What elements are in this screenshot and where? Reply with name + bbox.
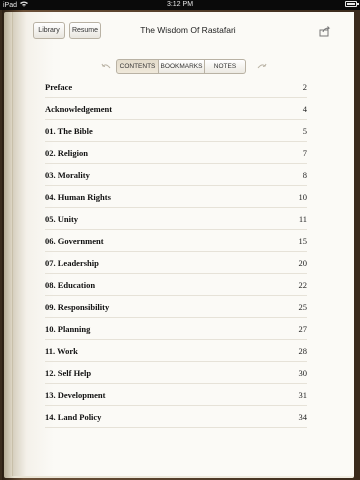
toc-page: 30 [298,367,308,378]
toc-title: 14. Land Policy [45,411,102,422]
toc-page: 20 [298,257,308,268]
tab-notes[interactable]: NOTES [205,59,246,74]
toc-title: 07. Leadership [45,257,99,268]
toc-title: 11. Work [45,345,78,356]
toc-page: 2 [302,81,307,92]
reader-toolbar: Library Resume The Wisdom Of Rastafari [13,12,355,52]
toc-title: 13. Development [45,389,106,400]
toc-title: 09. Responsibility [45,301,110,312]
toc-row[interactable]: Preface 2 [45,76,307,98]
book-page: Library Resume The Wisdom Of Rastafari C… [12,12,354,476]
toc-tab-bar: CONTENTS BOOKMARKS NOTES [116,59,246,74]
toc-row[interactable]: 12. Self Help 30 [45,362,307,384]
toc-row[interactable]: 14. Land Policy 34 [45,406,307,428]
toc-title: 10. Planning [45,323,91,334]
table-of-contents: Preface 2 Acknowledgement 4 01. The Bible 5… [45,76,307,428]
toc-row[interactable]: 13. Development 31 [45,384,307,406]
book-title: The Wisdom Of Rastafari [140,25,236,35]
status-time: 3:12 PM [166,1,194,8]
toc-row[interactable]: 09. Responsibility 25 [45,296,307,318]
resume-button[interactable]: Resume [69,22,101,39]
toc-page: 25 [298,301,308,312]
tab-bookmarks[interactable]: BOOKMARKS [159,59,205,74]
toc-page: 28 [298,345,308,356]
battery-icon [345,1,359,7]
toc-row[interactable]: 01. The Bible 5 [45,120,307,142]
toc-page: 11 [298,213,307,224]
toc-title: 02. Religion [45,147,88,158]
toc-title: Acknowledgement [45,103,113,114]
toc-page: 31 [298,389,308,400]
toc-title: 06. Government [45,235,104,246]
toc-page: 22 [298,279,308,290]
toc-page: 15 [298,235,308,246]
toc-row[interactable]: 04. Human Rights 10 [45,186,307,208]
toc-page: 27 [298,323,308,334]
toc-title: Preface [45,81,73,92]
toc-row[interactable]: 03. Morality 8 [45,164,307,186]
toc-row[interactable]: 08. Education 22 [45,274,307,296]
curved-arrow-left-icon[interactable] [101,62,111,70]
toc-row[interactable]: 02. Religion 7 [45,142,307,164]
toc-title: 03. Morality [45,169,90,180]
toc-title: 01. The Bible [45,125,93,136]
toc-page: 34 [298,411,308,422]
toc-page: 10 [298,191,308,202]
toc-page: 8 [302,169,307,180]
share-icon[interactable] [319,24,331,37]
toc-row[interactable]: 10. Planning 27 [45,318,307,340]
toc-page: 4 [302,103,307,114]
tab-contents[interactable]: CONTENTS [116,59,159,74]
toc-row[interactable]: Acknowledgement 4 [45,98,307,120]
toc-row[interactable]: 11. Work 28 [45,340,307,362]
toc-title: 12. Self Help [45,367,92,378]
toc-title: 05. Unity [45,213,79,224]
library-button[interactable]: Library [33,22,65,39]
status-bar: iPad 3:12 PM [0,0,360,10]
toc-row[interactable]: 05. Unity 11 [45,208,307,230]
toc-page: 5 [302,125,307,136]
toc-title: 08. Education [45,279,96,290]
toc-page: 7 [302,147,307,158]
curved-arrow-right-icon[interactable] [257,62,267,70]
toc-row[interactable]: 07. Leadership 20 [45,252,307,274]
toc-row[interactable]: 06. Government 15 [45,230,307,252]
toc-title: 04. Human Rights [45,191,111,202]
